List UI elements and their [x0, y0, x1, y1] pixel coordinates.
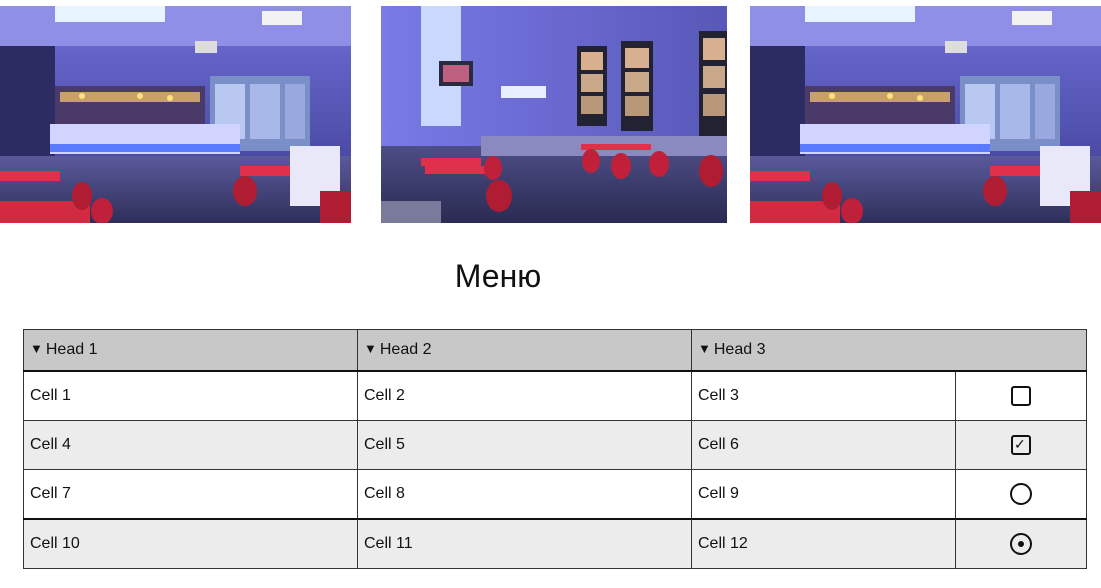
table-row: Cell 4 Cell 5 Cell 6 ✓	[23, 420, 1087, 470]
row-checkbox-checked[interactable]: ✓	[1011, 435, 1031, 455]
table-cell: Cell 11	[357, 518, 692, 569]
menu-table: ▼ Head 1 ▼ Head 2 ▼ Head 3 Cell 1 Cell 2 Ce…	[23, 329, 1087, 569]
table-row: Cell 7 Cell 8 Cell 9	[23, 469, 1087, 520]
table-row: Cell 10 Cell 11 Cell 12	[23, 518, 1087, 569]
column-header-label: Head 2	[379, 341, 432, 358]
table-cell: Cell 2	[357, 370, 692, 421]
column-header-1[interactable]: ▼ Head 1	[23, 329, 358, 372]
cafe-photo-3	[750, 6, 1101, 223]
table-cell: Cell 7	[23, 469, 358, 520]
column-header-3[interactable]: ▼ Head 3	[691, 329, 956, 372]
sort-down-icon: ▼	[364, 341, 377, 356]
row-checkbox[interactable]	[1011, 386, 1031, 406]
sort-down-icon: ▼	[30, 341, 43, 356]
row-radio-selected[interactable]	[1010, 533, 1032, 555]
column-header-2[interactable]: ▼ Head 2	[357, 329, 692, 372]
menu-title: Меню	[454, 258, 542, 294]
page: Меню ▼ Head 1 ▼ Head 2 ▼ Head 3 Cell 1 C…	[0, 0, 1101, 588]
cafe-photo-2	[381, 6, 727, 223]
table-cell: Cell 6	[691, 420, 956, 470]
radio-dot-icon	[1018, 541, 1024, 547]
table-cell: Cell 3	[691, 370, 956, 421]
table-cell: Cell 8	[357, 469, 692, 520]
column-header-label: Head 1	[45, 341, 98, 358]
control-cell	[955, 518, 1087, 569]
table-cell: Cell 10	[23, 518, 358, 569]
control-cell: ✓	[955, 420, 1087, 470]
table-header-row: ▼ Head 1 ▼ Head 2 ▼ Head 3	[23, 329, 1087, 372]
table-cell: Cell 12	[691, 518, 956, 569]
cafe-photo-1	[0, 6, 351, 223]
table-cell: Cell 5	[357, 420, 692, 470]
column-header-label: Head 3	[713, 341, 766, 358]
table-cell: Cell 1	[23, 370, 358, 421]
control-cell	[955, 469, 1087, 520]
checkmark-icon: ✓	[1014, 436, 1026, 452]
control-cell	[955, 370, 1087, 421]
table-row: Cell 1 Cell 2 Cell 3	[23, 370, 1087, 421]
table-cell: Cell 9	[691, 469, 956, 520]
table-cell: Cell 4	[23, 420, 358, 470]
sort-down-icon: ▼	[698, 341, 711, 356]
column-header-controls	[955, 329, 1087, 372]
row-radio[interactable]	[1010, 483, 1032, 505]
